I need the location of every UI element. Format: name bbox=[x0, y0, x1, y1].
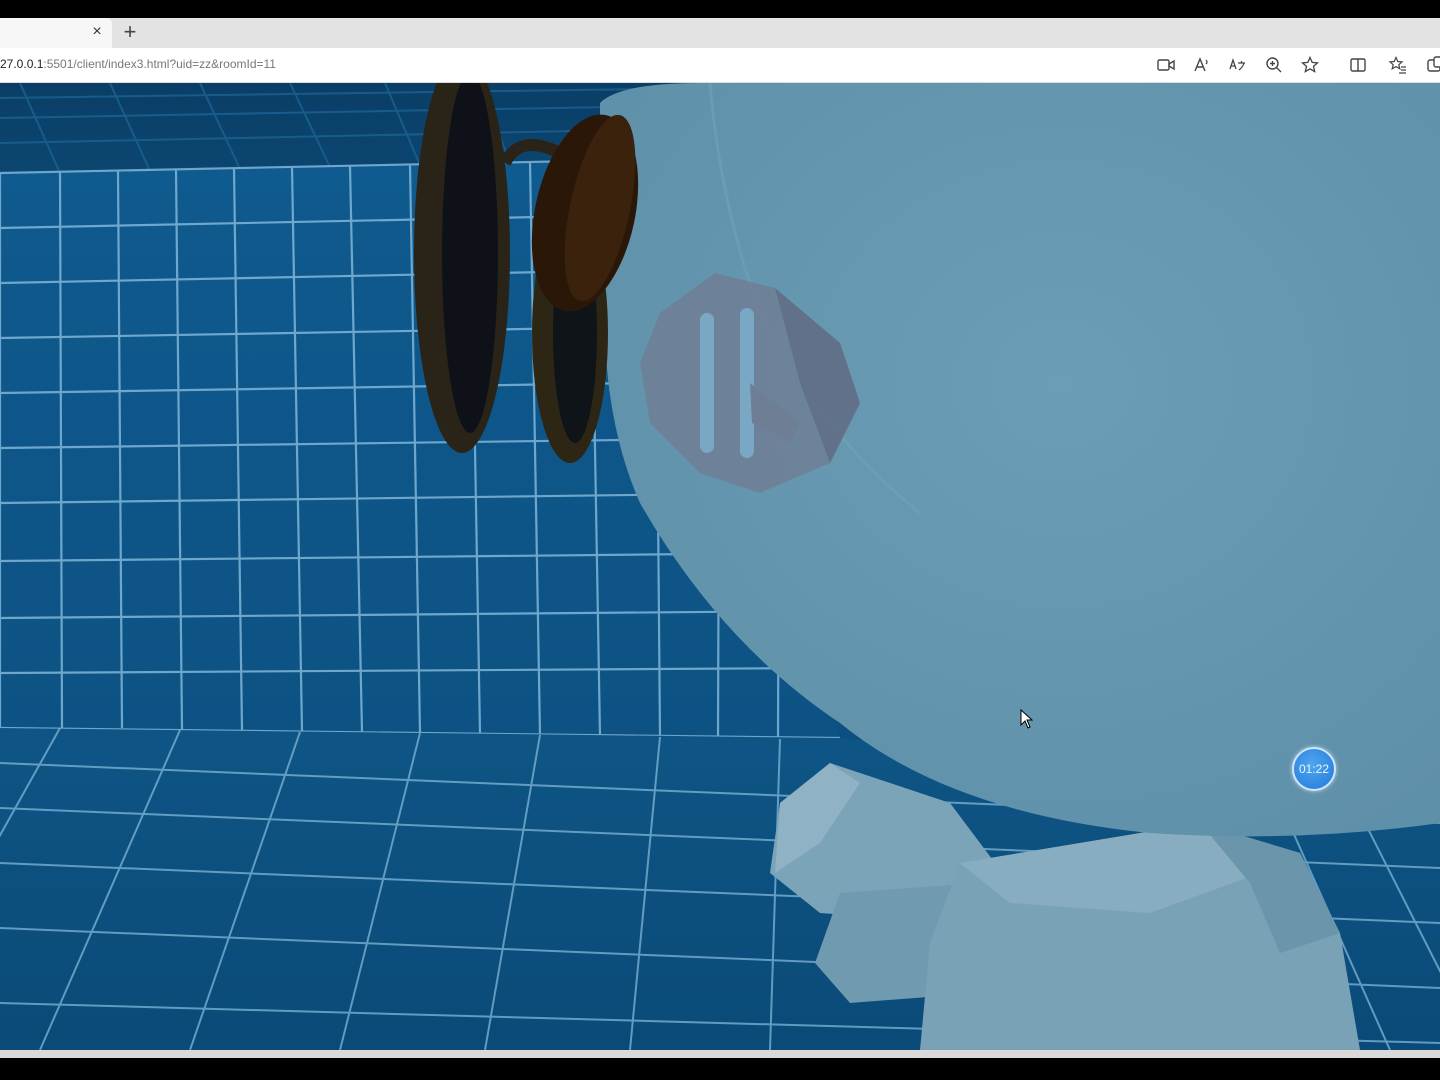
browser-bottom-edge bbox=[0, 1050, 1440, 1058]
url-path: :5501/client/index3.html?uid=zz&roomId=1… bbox=[43, 57, 276, 71]
browser-address-bar: 27.0.0.1:5501/client/index3.html?uid=zz&… bbox=[0, 48, 1440, 83]
browser-tab[interactable]: × bbox=[0, 18, 112, 48]
favorite-star-icon[interactable] bbox=[1300, 55, 1320, 75]
url-field[interactable]: 27.0.0.1:5501/client/index3.html?uid=zz&… bbox=[0, 57, 276, 71]
zoom-icon[interactable] bbox=[1264, 55, 1284, 75]
split-screen-icon[interactable] bbox=[1348, 55, 1368, 75]
url-host: 27.0.0.1 bbox=[0, 57, 44, 71]
translate-icon[interactable] bbox=[1228, 55, 1248, 75]
screen-frame: × + 27.0.0.1:5501/client/index3.html?uid… bbox=[0, 0, 1440, 1080]
browser-tab-strip: × + bbox=[0, 18, 1440, 48]
game-viewport[interactable]: 01:22 bbox=[0, 83, 1440, 1050]
new-tab-button[interactable]: + bbox=[118, 21, 142, 45]
extensions-icon[interactable] bbox=[1426, 55, 1440, 75]
game-timer: 01:22 bbox=[1292, 747, 1336, 791]
mouse-pointer-icon bbox=[1020, 709, 1034, 729]
favorites-list-icon[interactable] bbox=[1388, 55, 1408, 75]
game-scene bbox=[0, 83, 1440, 1050]
camera-icon[interactable] bbox=[1156, 55, 1176, 75]
read-aloud-icon[interactable] bbox=[1192, 55, 1212, 75]
close-tab-icon[interactable]: × bbox=[88, 23, 106, 41]
